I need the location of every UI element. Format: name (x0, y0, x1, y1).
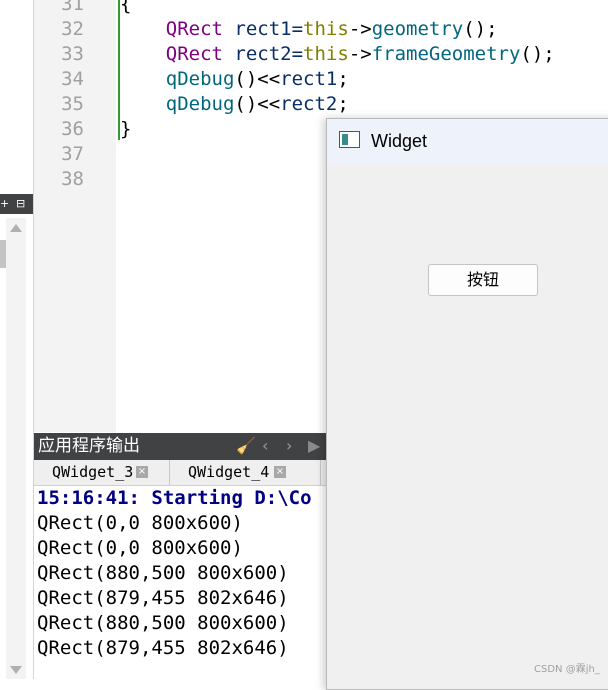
line-number: 33 (61, 43, 84, 65)
output-line: QRect(880,500 800x600) (37, 612, 289, 634)
code-token: rect2= (222, 43, 304, 65)
code-token: -> (348, 18, 372, 40)
line-number: 32 (61, 18, 84, 40)
code-token: this (303, 43, 349, 65)
widget-window[interactable]: Widget 按钮 (326, 118, 608, 690)
code-token: rect2 (280, 93, 338, 115)
window-app-icon (339, 131, 360, 148)
line-number: 36 (61, 118, 84, 140)
tab-label: QWidget_3 (52, 463, 134, 481)
code-token: ()<< (234, 68, 281, 90)
line-number: 31 (61, 0, 84, 15)
scroll-down-icon[interactable] (10, 666, 22, 674)
output-line: QRect(0,0 800x600) (37, 512, 243, 534)
code-line: qDebug()<<rect1; (120, 67, 349, 92)
broom-icon[interactable]: 🧹 (236, 437, 256, 455)
code-token: geometry (371, 18, 464, 40)
line-number: 35 (61, 93, 84, 115)
code-token: QRect (165, 43, 223, 65)
line-number: 38 (61, 168, 84, 190)
chevron-left-icon[interactable]: ‹ (262, 437, 268, 455)
line-number: 37 (61, 143, 84, 165)
add-split-button[interactable]: + (0, 197, 9, 210)
output-line: QRect(879,455 802x646) (37, 587, 289, 609)
window-titlebar[interactable]: Widget (327, 119, 608, 163)
code-token: } (120, 118, 132, 140)
watermark: CSDN @霖jh_ (534, 664, 600, 675)
code-token: ; (337, 68, 349, 90)
code-token: rect1 (280, 68, 338, 90)
code-line: qDebug()<<rect2; (120, 92, 349, 117)
code-line: } (120, 117, 131, 142)
left-dock-strip: + ⊟ (0, 0, 34, 679)
output-line: QRect(879,455 802x646) (37, 637, 289, 659)
push-button[interactable]: 按钮 (428, 264, 538, 296)
output-line: QRect(880,500 800x600) (37, 562, 289, 584)
code-token: rect1= (222, 18, 304, 40)
output-line: QRect(0,0 800x600) (37, 537, 243, 559)
tab-qwidget-4[interactable]: QWidget_4 × (170, 460, 321, 485)
code-line: QRect rect2=this->frameGeometry(); (120, 42, 555, 67)
code-token: frameGeometry (371, 43, 521, 65)
code-token: QRect (165, 18, 223, 40)
close-split-button[interactable]: ⊟ (16, 197, 25, 210)
window-title: Widget (371, 131, 428, 151)
chevron-right-icon[interactable]: › (286, 437, 292, 455)
code-token: { (120, 0, 132, 15)
tab-label: QWidget_4 (188, 463, 270, 481)
output-status-line: 15:16:41: Starting D:\Co (37, 487, 312, 509)
left-scrollbar[interactable] (6, 218, 26, 679)
code-token: ()<< (234, 93, 281, 115)
code-token: qDebug (165, 68, 235, 90)
close-icon[interactable]: × (274, 466, 286, 478)
code-token: -> (348, 43, 372, 65)
code-line: QRect rect1=this->geometry(); (120, 17, 498, 42)
play-icon[interactable]: ▶ (308, 437, 320, 455)
line-number: 34 (61, 68, 84, 90)
left-dock-toolbar: + ⊟ (0, 194, 33, 214)
code-token: (); (520, 43, 555, 65)
code-token: (); (463, 18, 498, 40)
code-line: { (120, 0, 131, 17)
output-pane-title: 应用程序输出 (38, 436, 140, 456)
code-token: qDebug (165, 93, 235, 115)
code-token: this (303, 18, 349, 40)
close-icon[interactable]: × (136, 466, 148, 478)
code-token: ; (337, 93, 349, 115)
tab-qwidget-3[interactable]: QWidget_3 × (34, 460, 170, 485)
scroll-up-icon[interactable] (10, 224, 22, 232)
